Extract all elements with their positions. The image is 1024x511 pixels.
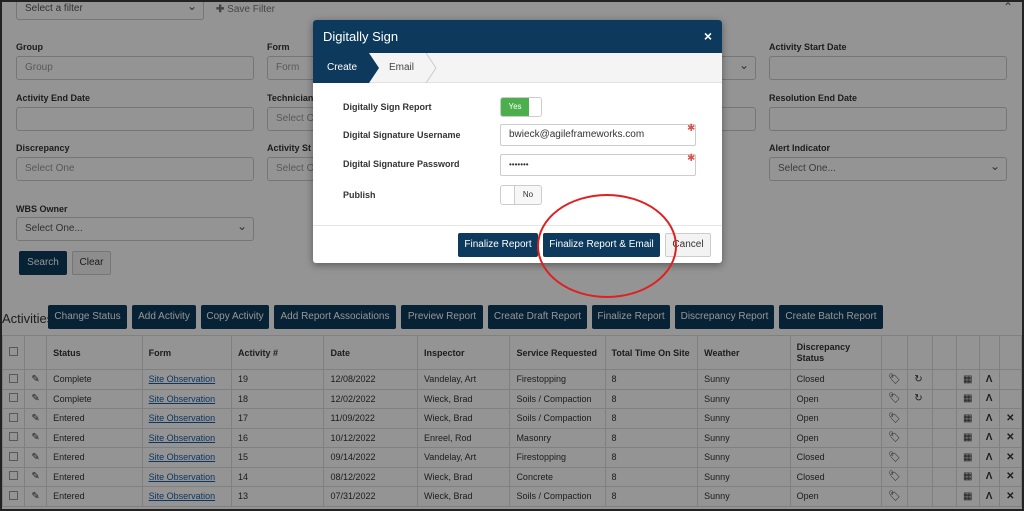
toggle-on-label: Yes <box>501 98 529 116</box>
modal-header: Digitally Sign × <box>313 20 722 53</box>
publish-label: Publish <box>343 190 376 200</box>
publish-toggle[interactable]: No <box>500 185 542 205</box>
finalize-report-button[interactable]: Finalize Report <box>458 233 538 257</box>
username-label: Digital Signature Username <box>343 130 461 140</box>
sign-report-label: Digitally Sign Report <box>343 102 432 112</box>
step-email-tab[interactable]: Email <box>389 53 414 83</box>
modal-title: Digitally Sign <box>323 29 399 44</box>
password-label: Digital Signature Password <box>343 159 460 169</box>
username-input[interactable]: bwieck@agileframeworks.com <box>500 124 696 146</box>
sign-report-toggle[interactable]: Yes <box>500 97 542 117</box>
password-input[interactable]: ••••••• <box>500 154 696 176</box>
step-create-tab[interactable]: Create <box>313 53 379 83</box>
toggle-knob <box>501 186 515 204</box>
required-icon: ✱ <box>687 123 696 134</box>
required-icon: ✱ <box>687 153 696 164</box>
step-arrow-icon <box>425 53 437 83</box>
wizard-steps: Create Email <box>313 53 722 83</box>
highlight-annotation-circle <box>537 194 677 298</box>
toggle-off-label: No <box>522 190 534 199</box>
close-icon[interactable]: × <box>704 20 712 53</box>
